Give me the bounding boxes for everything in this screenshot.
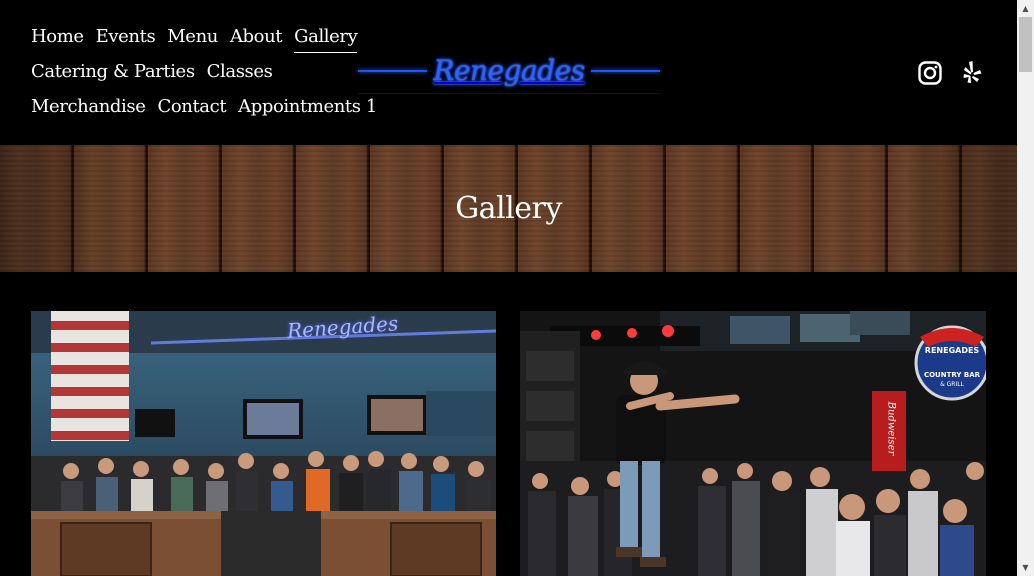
gallery-photo-bar-crowd[interactable]: Renegades xyxy=(31,311,496,576)
page-scrollbar[interactable]: ▲ ▼ xyxy=(1017,0,1034,576)
logo-line-right xyxy=(590,69,660,72)
social-links xyxy=(918,60,984,86)
main-nav: Home Events Menu About Gallery Catering … xyxy=(31,22,377,127)
nav-classes[interactable]: Classes xyxy=(207,57,273,87)
scroll-thumb[interactable] xyxy=(1019,17,1032,72)
logo-line-left xyxy=(358,69,428,72)
nav-about[interactable]: About xyxy=(230,22,283,52)
gallery-photo2-badge: RENEGADES COUNTRY BAR & GRILL xyxy=(916,346,986,390)
scroll-down-arrow-icon[interactable]: ▼ xyxy=(1017,559,1034,576)
badge-line-3: & GRILL xyxy=(940,381,964,388)
nav-row-3: Merchandise Contact Appointments 1 xyxy=(31,92,377,127)
gallery-photo2-beer-banner: Budweiser xyxy=(885,401,897,456)
gallery-photo-singer[interactable]: RENEGADES COUNTRY BAR & GRILL Budweiser xyxy=(520,311,986,576)
site-header: Home Events Menu About Gallery Catering … xyxy=(0,0,1017,145)
nav-menu[interactable]: Menu xyxy=(167,22,218,52)
nav-contact[interactable]: Contact xyxy=(157,92,226,122)
gallery-grid: Renegades RENEGADES COUNTRY BAR & GRILL … xyxy=(31,311,986,576)
nav-catering[interactable]: Catering & Parties xyxy=(31,57,195,87)
page-title: Gallery xyxy=(455,191,562,226)
site-logo[interactable]: Renegades xyxy=(358,48,660,94)
scroll-up-arrow-icon[interactable]: ▲ xyxy=(1017,0,1034,17)
nav-home[interactable]: Home xyxy=(31,22,84,52)
nav-events[interactable]: Events xyxy=(96,22,156,52)
nav-merchandise[interactable]: Merchandise xyxy=(31,92,146,122)
page-banner: Gallery xyxy=(0,145,1017,272)
badge-line-2: COUNTRY BAR xyxy=(923,371,981,379)
yelp-icon[interactable] xyxy=(960,60,984,86)
nav-row-2: Catering & Parties Classes xyxy=(31,57,361,92)
badge-line-1: RENEGADES xyxy=(924,346,980,355)
logo-text: Renegades xyxy=(433,54,585,87)
nav-gallery[interactable]: Gallery xyxy=(294,22,358,53)
nav-row-1: Home Events Menu About Gallery xyxy=(31,22,361,57)
instagram-icon[interactable] xyxy=(918,60,942,86)
nav-appointments[interactable]: Appointments 1 xyxy=(238,92,377,122)
